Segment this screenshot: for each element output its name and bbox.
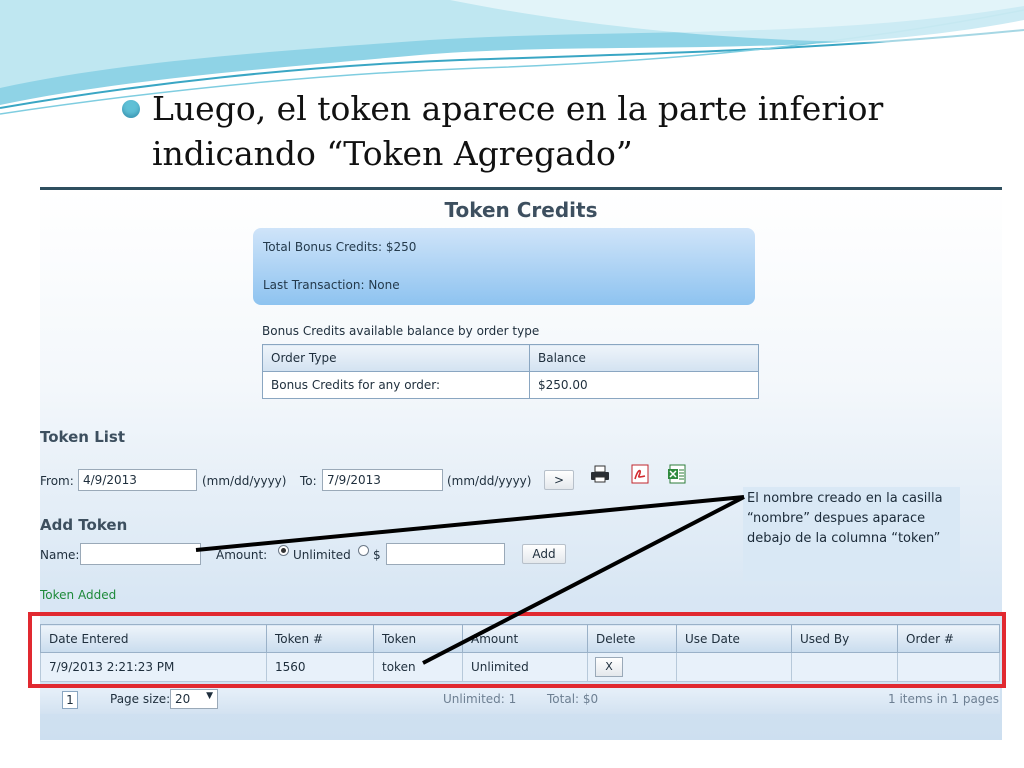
balance-table: Order Type Balance Bonus Credits for any… bbox=[262, 344, 759, 399]
unlimited-radio-label: Unlimited bbox=[293, 548, 351, 562]
excel-icon[interactable] bbox=[667, 464, 687, 484]
pdf-icon[interactable] bbox=[630, 464, 650, 484]
from-date-hint: (mm/dd/yyyy) bbox=[202, 474, 287, 488]
balance-caption: Bonus Credits available balance by order… bbox=[262, 324, 540, 338]
to-label: To: bbox=[300, 474, 317, 488]
annotation-line-3: debajo de la columna “token” bbox=[747, 531, 941, 546]
amount-input[interactable] bbox=[386, 543, 505, 565]
to-date-input[interactable]: 7/9/2013 bbox=[322, 469, 443, 491]
page-number-button[interactable]: 1 bbox=[62, 691, 78, 709]
annotation-note: El nombre creado en la casilla “nombre” … bbox=[743, 487, 960, 581]
chevron-down-icon: ▼ bbox=[206, 691, 213, 701]
page-size-value: 20 bbox=[175, 692, 191, 706]
token-name-input[interactable] bbox=[80, 543, 201, 565]
page-size-select[interactable]: 20 ▼ bbox=[170, 689, 218, 709]
printer-icon[interactable] bbox=[590, 464, 610, 484]
token-added-status: Token Added bbox=[40, 588, 117, 602]
annotation-line-1: El nombre creado en la casilla bbox=[747, 491, 943, 506]
dollar-radio-label: $ bbox=[373, 548, 381, 562]
unlimited-summary: Unlimited: 1 bbox=[443, 692, 517, 706]
bullet-line-2: indicando “Token Agregado” bbox=[152, 134, 633, 173]
unlimited-radio[interactable] bbox=[278, 545, 289, 556]
last-transaction: Last Transaction: None bbox=[263, 278, 400, 292]
dollar-amount-radio[interactable] bbox=[358, 545, 369, 556]
from-label: From: bbox=[40, 474, 74, 488]
bullet-dot-icon bbox=[122, 100, 140, 118]
items-summary: 1 items in 1 pages bbox=[888, 692, 1000, 706]
bullet-line-1: Luego, el token aparece en la parte infe… bbox=[152, 89, 884, 128]
order-type-cell: Bonus Credits for any order: bbox=[262, 371, 530, 399]
credits-summary-panel: Total Bonus Credits: $250 Last Transacti… bbox=[253, 228, 755, 305]
annotation-line-2: “nombre” despues aparace bbox=[747, 511, 926, 526]
bullet-text: Luego, el token aparece en la parte infe… bbox=[152, 86, 1002, 176]
grid-pager: 1 Page size: 20 ▼ Unlimited: 1 Total: $0… bbox=[40, 686, 1000, 714]
filter-go-button[interactable]: > bbox=[544, 470, 574, 490]
from-date-input[interactable]: 4/9/2013 bbox=[78, 469, 197, 491]
add-token-heading: Add Token bbox=[40, 516, 128, 534]
add-token-button[interactable]: Add bbox=[522, 544, 566, 564]
highlight-box bbox=[28, 612, 1006, 688]
balance-cell: $250.00 bbox=[529, 371, 759, 399]
column-header-balance: Balance bbox=[529, 344, 759, 372]
token-list-heading: Token List bbox=[40, 428, 125, 446]
total-summary: Total: $0 bbox=[547, 692, 599, 706]
to-date-hint: (mm/dd/yyyy) bbox=[447, 474, 532, 488]
page-size-label: Page size: bbox=[110, 692, 171, 706]
page-title: Token Credits bbox=[444, 198, 598, 222]
column-header-order-type: Order Type bbox=[262, 344, 530, 372]
amount-label: Amount: bbox=[216, 548, 268, 562]
name-label: Name: bbox=[40, 548, 80, 562]
total-bonus-credits: Total Bonus Credits: $250 bbox=[263, 240, 417, 254]
table-row: Bonus Credits for any order: $250.00 bbox=[262, 371, 759, 399]
